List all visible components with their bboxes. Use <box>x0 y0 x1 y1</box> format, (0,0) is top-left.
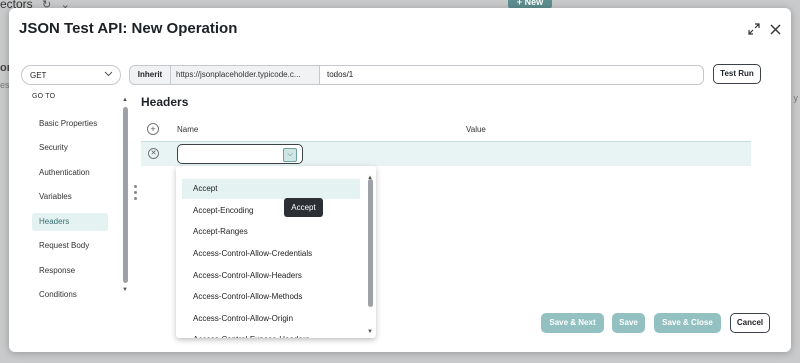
column-header-name: Name <box>177 125 199 134</box>
dialog-title: JSON Test API: New Operation <box>19 20 238 37</box>
nav-item-request-body[interactable]: Request Body <box>32 237 108 255</box>
background-right-text: y <box>793 93 799 103</box>
remove-header-icon[interactable]: ✕ <box>148 148 159 159</box>
dropdown-option[interactable]: Access-Control-Expose-Headers <box>182 330 360 338</box>
base-url: https://jsonplaceholder.typicode.c... <box>171 66 320 84</box>
dropdown-option[interactable]: Accept <box>182 179 360 199</box>
nav-item-headers[interactable]: Headers <box>32 213 108 231</box>
nav-item-security[interactable]: Security <box>32 139 108 157</box>
dropdown-option[interactable]: Accept-Encoding <box>182 201 360 221</box>
tooltip: Accept <box>284 198 323 217</box>
nav-item-conditions[interactable]: Conditions <box>32 286 108 304</box>
dropdown-option[interactable]: Access-Control-Allow-Credentials <box>182 244 360 264</box>
method-value: GET <box>30 71 47 80</box>
scroll-thumb[interactable] <box>123 107 128 283</box>
dropdown-option[interactable]: Access-Control-Allow-Origin <box>182 309 360 329</box>
save-close-button[interactable]: Save & Close <box>654 313 721 333</box>
header-name-select[interactable]: ⌵ <box>177 144 303 164</box>
expand-icon[interactable] <box>745 20 763 38</box>
goto-heading: GO TO <box>32 93 56 100</box>
close-icon[interactable] <box>766 20 784 38</box>
test-run-button[interactable]: Test Run <box>713 64 761 84</box>
nav-item-authentication[interactable]: Authentication <box>32 164 108 182</box>
resize-handle-icon[interactable] <box>134 185 138 203</box>
scroll-up-icon[interactable]: ▲ <box>122 97 128 103</box>
scroll-thumb[interactable] <box>368 179 373 307</box>
column-header-value: Value <box>466 125 486 134</box>
path-input[interactable]: todos/1 <box>327 66 353 84</box>
header-name-dropdown: Accept Accept-Encoding Accept-Ranges Acc… <box>176 166 376 338</box>
dropdown-option[interactable]: Access-Control-Allow-Headers <box>182 266 360 286</box>
nav-item-basic-properties[interactable]: Basic Properties <box>32 115 108 133</box>
url-bar: Inherit https://jsonplaceholder.typicode… <box>129 65 704 85</box>
method-select[interactable]: GET <box>21 65 121 85</box>
section-title: Headers <box>141 95 189 109</box>
dropdown-option[interactable]: Accept-Ranges <box>182 222 360 242</box>
scroll-down-icon[interactable]: ▼ <box>367 329 373 335</box>
nav-scrollbar[interactable]: ▲ ▼ <box>121 97 130 293</box>
save-button[interactable]: Save <box>612 313 645 333</box>
save-next-button[interactable]: Save & Next <box>541 313 604 333</box>
chevron-down-icon[interactable]: ⌵ <box>283 148 297 162</box>
cancel-button[interactable]: Cancel <box>730 313 770 333</box>
new-button: + New <box>508 0 552 8</box>
inherit-label: Inherit <box>130 66 171 84</box>
nav-item-response[interactable]: Response <box>32 262 108 280</box>
nav-item-variables[interactable]: Variables <box>32 188 108 206</box>
chevron-down-icon <box>104 69 113 80</box>
dropdown-option[interactable]: Access-Control-Allow-Methods <box>182 287 360 307</box>
add-header-icon[interactable]: + <box>147 123 159 135</box>
scroll-down-icon[interactable]: ▼ <box>122 287 128 293</box>
